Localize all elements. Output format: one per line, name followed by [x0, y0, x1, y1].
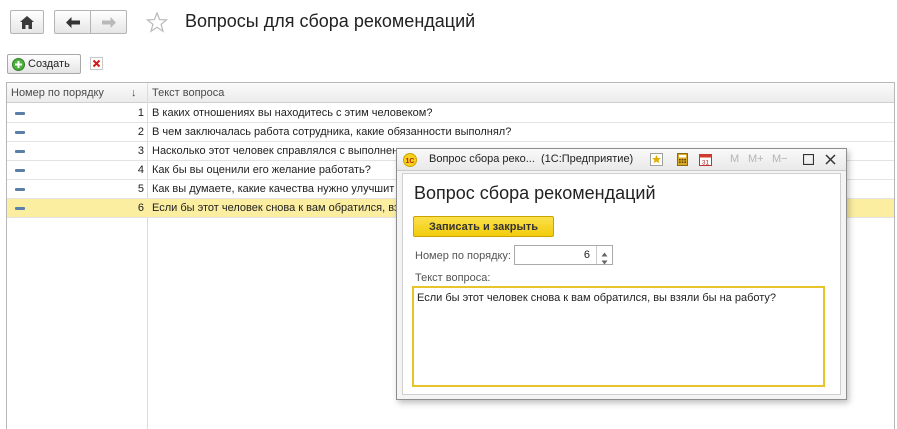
table-row[interactable]: 1 В каких отношениях вы находитесь с эти…	[7, 104, 894, 123]
order-number-stepper[interactable]	[596, 246, 612, 265]
save-and-close-label: Записать и закрыть	[428, 220, 539, 233]
plus-circle-icon	[12, 57, 25, 71]
window-title: Вопрос сбора реко... (1С:Предприятие)	[429, 153, 634, 165]
calendar-icon[interactable]: 31	[699, 153, 712, 169]
row-text: Если бы этот человек снова к вам обратил…	[152, 202, 399, 214]
row-text: Как вы думаете, какие качества нужно улу…	[152, 183, 395, 195]
table-header: Номер по порядку ↓ Текст вопроса	[7, 83, 894, 103]
order-number-label: Номер по порядку:	[415, 250, 511, 262]
row-number: 1	[137, 107, 144, 119]
column-header-text[interactable]: Текст вопроса	[152, 87, 224, 99]
question-text-value: Если бы этот человек снова к вам обратил…	[417, 292, 777, 304]
question-form-window: 1С Вопрос сбора реко... (1С:Предприятие)…	[396, 148, 847, 400]
column-header-order[interactable]: Номер по порядку	[11, 87, 104, 99]
close-window-icon[interactable]	[825, 154, 836, 168]
window-titlebar[interactable]: 1С Вопрос сбора реко... (1С:Предприятие)…	[397, 149, 846, 171]
memory-m-button[interactable]: M	[730, 153, 739, 165]
row-number: 2	[137, 126, 144, 138]
stepper-down-icon[interactable]	[601, 256, 608, 268]
form-heading: Вопрос сбора рекомендаций	[414, 183, 656, 203]
maximize-icon[interactable]	[802, 153, 815, 168]
row-text: Насколько этот человек справлялся с выпо…	[152, 145, 399, 157]
1c-logo-icon: 1С	[403, 153, 417, 170]
row-text: Как бы вы оценили его желание работать?	[152, 164, 371, 176]
page-title: Вопросы для сбора рекомендаций	[185, 11, 476, 31]
order-number-value: 6	[583, 249, 590, 261]
sort-arrow-icon[interactable]: ↓	[131, 87, 137, 99]
row-number: 4	[137, 164, 144, 176]
forward-button[interactable]	[90, 10, 127, 34]
question-text-field[interactable]: Если бы этот человек снова к вам обратил…	[412, 286, 825, 387]
table-row[interactable]: 2 В чем заключалась работа сотрудника, к…	[7, 123, 894, 142]
save-and-close-button[interactable]: Записать и закрыть	[413, 216, 554, 237]
memory-m-minus-button[interactable]: M−	[772, 153, 788, 165]
star-icon[interactable]	[145, 11, 169, 36]
home-button[interactable]	[10, 10, 44, 34]
calculator-icon[interactable]	[677, 153, 688, 169]
svg-text:1С: 1С	[406, 158, 415, 165]
back-button[interactable]	[54, 10, 91, 34]
row-number: 6	[137, 202, 144, 214]
form-body: Вопрос сбора рекомендаций Записать и зак…	[402, 173, 841, 395]
favorite-star-icon[interactable]	[650, 153, 663, 169]
close-icon[interactable]	[90, 57, 103, 73]
memory-m-plus-button[interactable]: M+	[748, 153, 764, 165]
svg-text:31: 31	[702, 160, 710, 167]
arrow-left-icon	[65, 16, 80, 28]
row-number: 5	[137, 183, 144, 195]
question-text-label: Текст вопроса:	[415, 272, 491, 284]
arrow-right-icon	[101, 16, 116, 28]
create-button-label: Создать	[28, 58, 70, 70]
order-number-field[interactable]: 6	[514, 245, 613, 265]
home-icon	[20, 15, 34, 29]
row-text: В каких отношениях вы находитесь с этим …	[152, 107, 433, 119]
row-text: В чем заключалась работа сотрудника, как…	[152, 126, 512, 138]
row-number: 3	[137, 145, 144, 157]
create-button[interactable]: Создать	[7, 54, 81, 74]
